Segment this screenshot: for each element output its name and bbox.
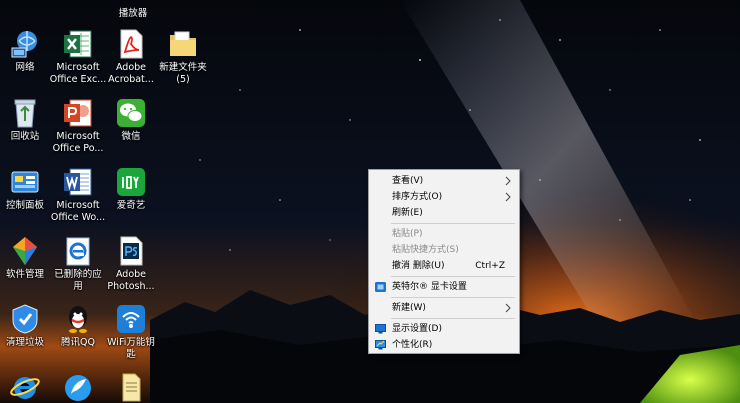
document-shortcut-icon: [122, 373, 141, 402]
menu-item-refresh[interactable]: 刷新(E): [369, 205, 519, 221]
menu-item-label: 查看(V): [392, 176, 424, 186]
software-manager-icon: [13, 237, 37, 265]
menu-item-undo-delete[interactable]: 撤消 删除(U) Ctrl+Z: [369, 258, 519, 274]
word-icon: [64, 168, 92, 196]
powerpoint-icon: [64, 99, 92, 127]
display-settings-icon: [375, 324, 386, 334]
menu-item-new[interactable]: 新建(W): [369, 300, 519, 316]
personalize-icon: [375, 340, 386, 350]
icon-label: 爱奇艺: [116, 200, 146, 211]
menu-item-label: 新建(W): [392, 303, 426, 313]
menu-item-label: 粘贴(P): [392, 229, 423, 239]
desktop-icon-document-shortcut[interactable]: [98, 371, 164, 403]
icon-label: 新建文件夹 (5): [159, 62, 207, 85]
menu-item-shortcut: Ctrl+Z: [475, 261, 505, 271]
menu-item-label: 排序方式(O): [392, 192, 443, 202]
icon-label: 微信: [121, 131, 141, 142]
desktop-icon-wifi-key[interactable]: WiFi万能钥 匙: [98, 303, 164, 361]
excel-icon: [64, 30, 92, 58]
intel-graphics-icon: [375, 282, 386, 292]
qq-icon: [69, 306, 87, 333]
desktop-icon-photoshop[interactable]: Adobe Photosh...: [98, 235, 164, 293]
menu-item-label: 显示设置(D): [392, 324, 442, 334]
menu-item-paste[interactable]: 粘贴(P): [369, 226, 519, 242]
menu-item-personalize[interactable]: 个性化(R): [369, 337, 519, 353]
chevron-right-icon: [505, 192, 511, 202]
icon-label: Adobe Photosh...: [107, 269, 155, 292]
feather-app-icon: [65, 375, 91, 401]
icon-label: WiFi万能钥 匙: [107, 337, 155, 360]
menu-item-display-settings[interactable]: 显示设置(D): [369, 321, 519, 337]
wechat-icon: [117, 99, 145, 127]
folder-icon: [170, 31, 196, 56]
menu-item-label: 撤消 删除(U): [392, 261, 445, 271]
control-panel-icon: [11, 171, 39, 193]
menu-separator: [391, 276, 515, 277]
recycle-bin-icon: [14, 99, 36, 128]
chevron-right-icon: [505, 303, 511, 313]
menu-item-label: 刷新(E): [392, 208, 423, 218]
menu-item-label: 个性化(R): [392, 340, 433, 350]
menu-item-label: 粘贴快捷方式(S): [392, 245, 459, 255]
photoshop-icon: [120, 236, 143, 266]
desktop-icon-new-folder[interactable]: 新建文件夹 (5): [150, 28, 216, 86]
menu-item-view[interactable]: 查看(V): [369, 173, 519, 189]
desktop-icon-iqiyi[interactable]: 爱奇艺: [98, 166, 164, 212]
chevron-right-icon: [505, 176, 511, 186]
menu-item-sort-by[interactable]: 排序方式(O): [369, 189, 519, 205]
menu-separator: [391, 318, 515, 319]
menu-separator: [391, 223, 515, 224]
menu-item-paste-shortcut[interactable]: 粘贴快捷方式(S): [369, 242, 519, 258]
cleanup-icon: [12, 304, 38, 334]
partial-icon-label: 播放器: [118, 8, 148, 19]
edge-icon: [66, 237, 90, 266]
menu-separator: [391, 297, 515, 298]
menu-item-intel-graphics[interactable]: 英特尔® 显卡设置: [369, 279, 519, 295]
desktop-icon-wechat[interactable]: 微信: [98, 97, 164, 143]
acrobat-icon: [120, 29, 143, 59]
iqiyi-icon: [117, 168, 145, 196]
desktop-context-menu: 查看(V) 排序方式(O) 刷新(E) 粘贴(P) 粘贴快捷方式(S) 撤消 删…: [368, 169, 520, 354]
menu-item-label: 英特尔® 显卡设置: [392, 282, 467, 292]
ie-icon: [10, 377, 40, 399]
desktop[interactable]: 播放器 网络 回收站 控制面板 软件管理 清理垃圾 Microsoft Offi…: [0, 0, 740, 403]
network-icon: [11, 31, 37, 58]
wifi-key-icon: [117, 305, 145, 333]
